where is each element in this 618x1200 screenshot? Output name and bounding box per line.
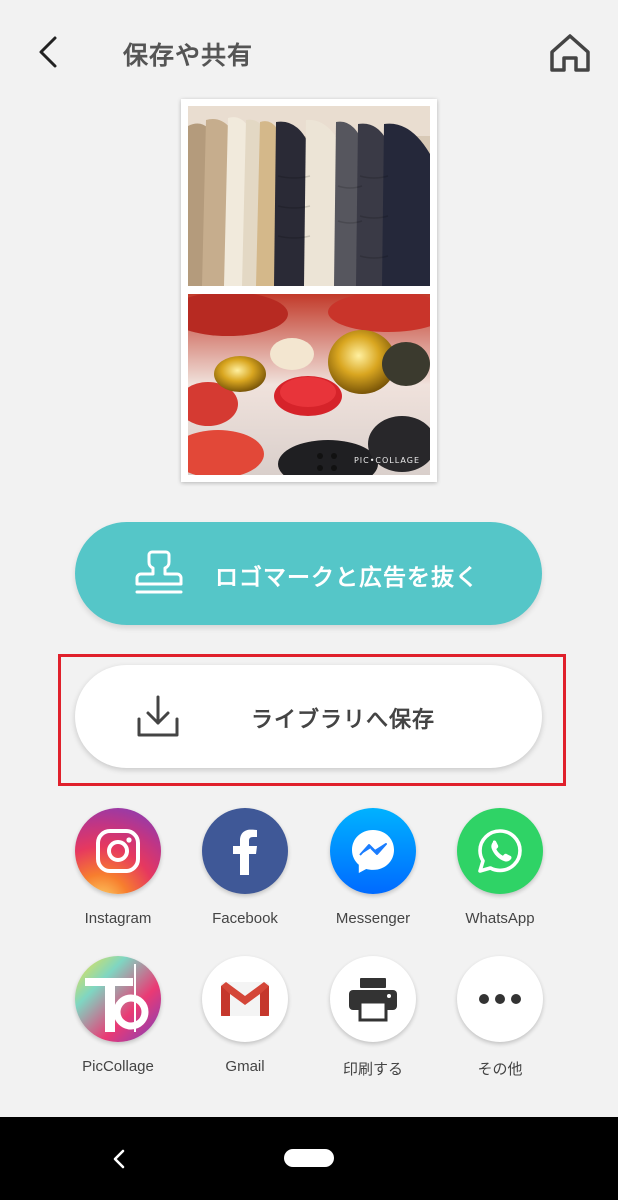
whatsapp-icon — [457, 808, 543, 894]
share-messenger-label: Messenger — [335, 910, 411, 927]
collage-preview: PIC•COLLAGE — [181, 99, 437, 482]
header-bar: 保存や共有 — [0, 0, 618, 100]
share-instagram[interactable]: Instagram — [54, 808, 182, 927]
printer-icon — [330, 956, 416, 1042]
home-button[interactable] — [546, 30, 594, 76]
home-icon — [550, 34, 590, 72]
share-more-label: その他 — [477, 1061, 523, 1078]
back-button[interactable] — [26, 30, 70, 74]
system-home-pill[interactable] — [284, 1149, 334, 1167]
remove-ads-label: ロゴマークと広告を抜く — [215, 565, 479, 591]
stamp-icon — [133, 548, 185, 600]
gmail-icon — [202, 956, 288, 1042]
coats-photo — [188, 106, 430, 286]
system-back-button[interactable] — [104, 1141, 134, 1177]
remove-ads-button[interactable]: ロゴマークと広告を抜く — [75, 522, 542, 625]
share-instagram-label: Instagram — [84, 910, 152, 927]
save-to-library-button[interactable]: ライブラリへ保存 — [75, 665, 542, 768]
share-messenger[interactable]: Messenger — [309, 808, 437, 927]
share-print-label: 印刷する — [342, 1061, 403, 1078]
system-back-icon — [113, 1149, 125, 1169]
watermark-label: PIC•COLLAGE — [353, 456, 420, 465]
instagram-icon — [75, 808, 161, 894]
share-piccollage-label: PicCollage — [82, 1058, 154, 1075]
share-facebook-label: Facebook — [212, 910, 278, 927]
share-print[interactable]: 印刷する — [309, 956, 437, 1079]
share-gmail-label: Gmail — [225, 1058, 265, 1075]
messenger-icon — [330, 808, 416, 894]
share-facebook[interactable]: Facebook — [181, 808, 309, 927]
share-gmail[interactable]: Gmail — [181, 956, 309, 1075]
piccollage-icon — [75, 956, 161, 1042]
download-icon — [135, 693, 181, 743]
page-title: 保存や共有 — [123, 41, 254, 70]
share-whatsapp[interactable]: WhatsApp — [436, 808, 564, 927]
save-to-library-label: ライブラリへ保存 — [251, 708, 436, 733]
share-whatsapp-label: WhatsApp — [465, 910, 535, 927]
facebook-icon — [202, 808, 288, 894]
share-piccollage[interactable]: PicCollage — [54, 956, 182, 1075]
buttons-photo: PIC•COLLAGE — [188, 294, 430, 475]
more-icon — [457, 956, 543, 1042]
share-more[interactable]: その他 — [436, 956, 564, 1079]
system-nav-bar — [0, 1117, 618, 1200]
chevron-left-icon — [39, 36, 57, 68]
